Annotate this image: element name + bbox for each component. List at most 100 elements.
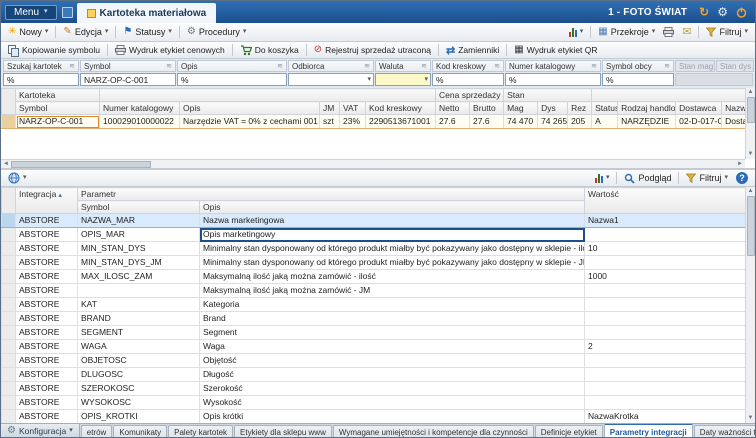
scroll-down-icon[interactable]: ▼ (748, 150, 754, 159)
group-parametr[interactable]: Parametr (77, 187, 585, 201)
cell-wartosc[interactable]: 10 (584, 241, 748, 256)
row-selector[interactable] (1, 367, 16, 382)
print-button[interactable] (659, 26, 678, 38)
param-row[interactable]: ABSTORE NAZWA_MAR Nazwa marketingowa Naz… (1, 213, 748, 228)
col-symbol[interactable]: Symbol (77, 200, 200, 214)
row-selector[interactable] (1, 213, 16, 228)
cell-wartosc[interactable]: 2 (584, 339, 748, 354)
cell-symbol[interactable]: NARZ-OP-C-001 (15, 114, 100, 129)
row-selector[interactable] (1, 409, 16, 423)
filter-mode-icon[interactable]: ≋ (69, 62, 75, 70)
row-selector[interactable] (1, 311, 16, 326)
row-selector[interactable] (1, 325, 16, 340)
tab-kartoteka-materialowa[interactable]: Kartoteka materiałowa (76, 3, 217, 23)
menu-button[interactable]: Menu ▾ (5, 4, 57, 20)
cell-wartosc[interactable] (584, 311, 748, 326)
group-cena-sprzedazy[interactable]: Cena sprzedaży (435, 88, 505, 102)
tab-parametrow-partial[interactable]: etrów (80, 425, 113, 437)
refresh-icon[interactable]: ↻ (699, 6, 709, 18)
filter-button[interactable]: Filtruj ▾ (702, 26, 752, 38)
col-brutto[interactable]: Brutto (469, 101, 505, 115)
cell-wartosc[interactable] (584, 297, 748, 312)
row-selector[interactable] (1, 227, 16, 242)
edit-button[interactable]: ✎ Edycja ▾ (59, 26, 112, 38)
preview-button[interactable]: Podgląd (620, 172, 675, 185)
gear-icon[interactable]: ⚙ (717, 6, 728, 18)
param-row[interactable]: ABSTORE DLUGOSC Długość (1, 367, 748, 382)
row-selector[interactable] (1, 353, 16, 368)
scroll-up-icon[interactable]: ▲ (748, 88, 754, 97)
param-row[interactable]: ABSTORE OBJETOSC Objętość (1, 353, 748, 368)
row-selector[interactable] (1, 114, 16, 129)
group-kartoteka[interactable]: Kartoteka (15, 88, 100, 102)
print-qr-labels-button[interactable]: ▦ Wydruk etykiet QR (510, 44, 601, 56)
cell-wartosc[interactable]: NazwaKrotka (584, 409, 748, 423)
row-selector[interactable] (1, 297, 16, 312)
power-icon[interactable] (736, 7, 747, 18)
row-selector[interactable] (1, 283, 16, 298)
cell-wartosc[interactable] (584, 227, 748, 242)
param-row[interactable]: ABSTORE OPIS_MAR Opis marketingowy (1, 227, 748, 242)
new-button[interactable]: ✳ Nowy ▾ (4, 26, 52, 38)
param-row[interactable]: ABSTORE MAX_ILOSC_ZAM Maksymalną ilość j… (1, 269, 748, 284)
param-row[interactable]: ABSTORE WYSOKOSC Wysokość (1, 395, 748, 410)
scrollbar-thumb[interactable] (11, 160, 151, 168)
tab-parametry-integracji[interactable]: Parametry integracji (603, 424, 693, 437)
filter-col-odbiorca[interactable]: Odbiorca ≋ (288, 60, 374, 72)
col-rodzaj-handlowy[interactable]: Rodzaj handlowy (617, 101, 677, 115)
procedures-button[interactable]: ⚙ Procedury ▾ (183, 26, 251, 38)
symbol-obcy-input[interactable] (602, 73, 674, 86)
col-vat[interactable]: VAT (339, 101, 366, 115)
cell-wartosc[interactable] (584, 255, 748, 270)
configuration-button[interactable]: ⚙ Konfiguracja ▾ (1, 424, 80, 437)
filter-col-kod-kreskowy[interactable]: Kod kreskowy ≋ (432, 60, 504, 72)
tab-daty-waznosci[interactable]: Daty ważności towarów dla kontrahentów (693, 425, 755, 437)
help-icon[interactable]: ? (736, 172, 748, 184)
statuses-button[interactable]: ⚑ Statusy ▾ (119, 26, 176, 38)
scroll-up-icon[interactable]: ▲ (748, 187, 754, 196)
add-to-basket-button[interactable]: Do koszyka (236, 44, 303, 57)
tab-wymagane-umiejetnosci[interactable]: Wymagane umiejętności i kompetencje dla … (332, 425, 534, 437)
tab-definicje-etykiet[interactable]: Definicje etykiet (534, 425, 603, 437)
vertical-scrollbar[interactable]: ▲ ▼ (745, 88, 755, 159)
chart-button[interactable]: ▾ (591, 173, 614, 184)
col-kod-kreskowy[interactable]: Kod kreskowy (364, 101, 437, 115)
filter-col-symbol[interactable]: Symbol ≋ (80, 60, 176, 72)
symbol-input[interactable] (80, 73, 176, 86)
row-selector[interactable] (1, 241, 16, 256)
odbiorca-select[interactable]: ▾ (288, 73, 374, 86)
kod-kreskowy-input[interactable] (432, 73, 504, 86)
param-row[interactable]: ABSTORE SZEROKOSC Szerokość (1, 381, 748, 396)
vertical-scrollbar[interactable]: ▲ ▼ (745, 187, 755, 423)
cell-wartosc[interactable] (584, 381, 748, 396)
filter-mode-icon[interactable]: ≋ (166, 62, 172, 70)
row-selector[interactable] (1, 269, 16, 284)
param-row[interactable]: ABSTORE MIN_STAN_DYS Minimalny stan dysp… (1, 241, 748, 256)
filter-mode-icon[interactable]: ≋ (364, 62, 370, 70)
chart-button[interactable]: ▾ (565, 27, 588, 38)
col-opis[interactable]: Opis (199, 200, 585, 214)
filter-mode-icon[interactable]: ≋ (277, 62, 283, 70)
row-selector[interactable] (1, 255, 16, 270)
scroll-down-icon[interactable]: ▼ (748, 414, 754, 423)
tab-palety-kartotek[interactable]: Palety kartotek (168, 425, 234, 437)
col-wartosc[interactable]: Wartość (584, 187, 748, 214)
cell-opis-editing[interactable]: Opis marketingowy (199, 227, 585, 242)
waluta-select[interactable]: ▾ (375, 73, 431, 86)
copy-symbol-button[interactable]: Kopiowanie symbolu (4, 44, 104, 57)
row-selector[interactable] (1, 339, 16, 354)
filter-mode-icon[interactable]: ≋ (591, 62, 597, 70)
cell-wartosc[interactable]: 1000 (584, 269, 748, 284)
filter-col-numer-katalogowy[interactable]: Numer katalogowy ≋ (505, 60, 601, 72)
col-jm[interactable]: JM (319, 101, 340, 115)
param-row[interactable]: ABSTORE SEGMENT Segment (1, 325, 748, 340)
col-mag[interactable]: Mag (503, 101, 539, 115)
lost-sale-button[interactable]: ⊘ Rejestruj sprzedaż utraconą (310, 44, 435, 56)
row-selector[interactable] (1, 381, 16, 396)
param-row[interactable]: ABSTORE OPIS_KROTKI Opis krótki NazwaKro… (1, 409, 748, 423)
param-row[interactable]: ABSTORE BRAND Brand (1, 311, 748, 326)
filter-col-waluta[interactable]: Waluta ≋ (375, 60, 431, 72)
filter-button[interactable]: Filtruj ▾ (682, 172, 732, 184)
param-row[interactable]: ABSTORE WAGA Waga 2 (1, 339, 748, 354)
opis-input[interactable] (177, 73, 287, 86)
